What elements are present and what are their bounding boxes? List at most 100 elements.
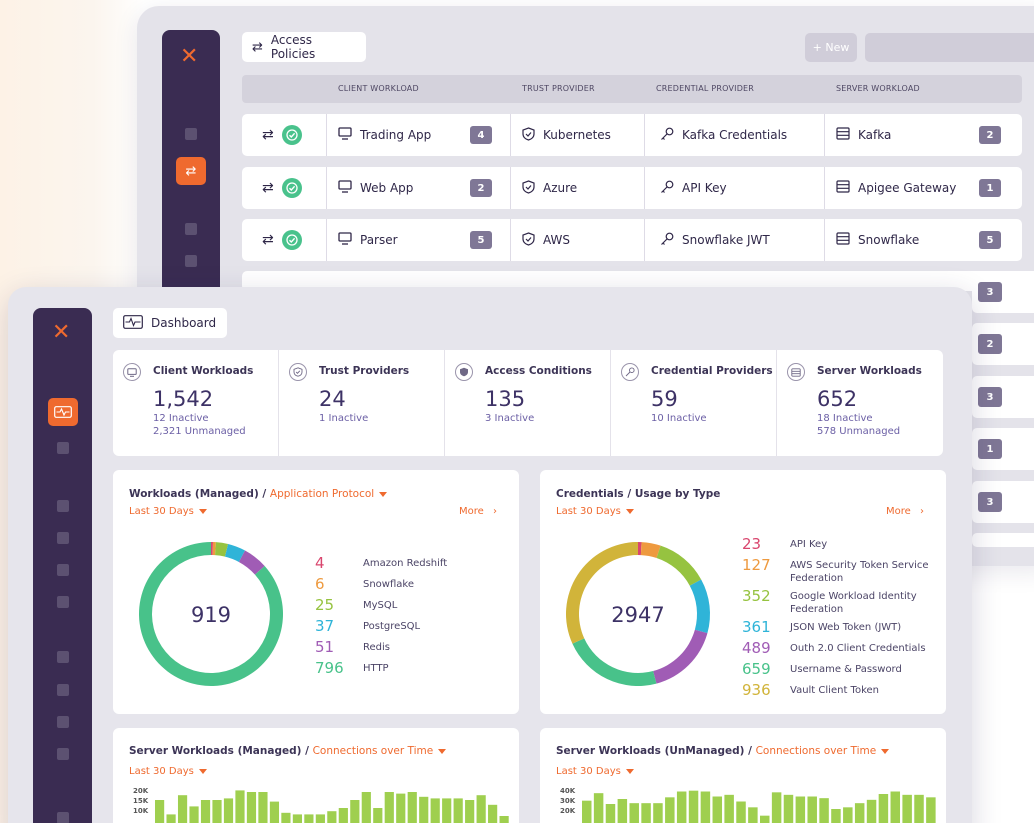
bar[interactable]	[350, 800, 360, 823]
bar[interactable]	[315, 814, 325, 823]
metric-selector[interactable]: Connections over Time	[756, 745, 890, 757]
policy-row-edge[interactable]: 3	[972, 376, 1034, 418]
bar[interactable]	[593, 793, 604, 823]
policy-row[interactable]: ⇄ Trading App 4 Kubernetes Kafka Credent…	[242, 114, 1022, 156]
bar[interactable]	[724, 794, 734, 823]
bar[interactable]	[748, 807, 758, 823]
bar[interactable]	[653, 803, 663, 823]
bar[interactable]	[269, 801, 280, 823]
bar[interactable]	[902, 794, 912, 823]
bar[interactable]	[327, 811, 337, 823]
bar[interactable]	[155, 800, 165, 823]
bar[interactable]	[258, 792, 268, 823]
bar[interactable]	[373, 808, 383, 823]
bar[interactable]	[338, 808, 348, 823]
donut-slice-username-password[interactable]	[572, 638, 657, 686]
bar[interactable]	[854, 803, 865, 823]
bar[interactable]	[665, 797, 675, 823]
search-input[interactable]	[865, 33, 1034, 62]
tab-dashboard[interactable]: Dashboard	[113, 308, 227, 338]
bar[interactable]	[878, 794, 889, 823]
sidebar-item[interactable]	[57, 500, 69, 512]
bar[interactable]	[866, 799, 877, 823]
more-link[interactable]: More ›	[886, 506, 924, 517]
bar[interactable]	[760, 815, 770, 823]
sidebar-item[interactable]	[57, 442, 69, 454]
bar[interactable]	[582, 800, 592, 823]
policy-row-edge[interactable]: 2	[972, 323, 1034, 365]
sidebar-item[interactable]	[57, 651, 69, 663]
bar[interactable]	[361, 792, 371, 823]
sidebar-item[interactable]	[185, 223, 197, 235]
stat-client-workloads[interactable]: Client Workloads 1,542 12 Inactive 2,321…	[113, 350, 279, 456]
bar[interactable]	[200, 800, 211, 823]
bar[interactable]	[419, 796, 429, 823]
tab-access-policies[interactable]: ⇄ Access Policies	[242, 32, 366, 62]
bar[interactable]	[831, 809, 841, 823]
range-selector[interactable]: Last 30 Days	[129, 766, 207, 777]
bar[interactable]	[292, 814, 302, 823]
bar[interactable]	[488, 804, 498, 823]
policy-row[interactable]: ⇄ Parser 5 AWS Snowflake JWT Snowflake 5	[242, 219, 1022, 261]
bar[interactable]	[712, 796, 723, 823]
bar[interactable]	[819, 798, 829, 823]
bar[interactable]	[212, 800, 222, 823]
bar[interactable]	[465, 800, 475, 823]
metric-selector[interactable]: Connections over Time	[313, 745, 447, 757]
bar[interactable]	[700, 791, 711, 823]
bar[interactable]	[795, 796, 806, 823]
range-selector[interactable]: Last 30 Days	[129, 506, 207, 517]
sidebar-item[interactable]	[57, 716, 69, 728]
bar[interactable]	[641, 803, 651, 823]
bar[interactable]	[246, 792, 257, 823]
policy-row[interactable]: ⇄ Web App 2 Azure API Key Apigee Gateway…	[242, 167, 1022, 209]
bar[interactable]	[281, 812, 291, 823]
bar[interactable]	[926, 797, 936, 823]
bar[interactable]	[304, 814, 314, 823]
new-policy-button[interactable]: + New	[805, 33, 857, 62]
more-link[interactable]: More ›	[459, 506, 497, 517]
stat-credential-providers[interactable]: Credential Providers 59 10 Inactive	[611, 350, 777, 456]
sidebar-item[interactable]	[57, 532, 69, 544]
bar[interactable]	[771, 792, 782, 823]
stat-access-conditions[interactable]: Access Conditions 135 3 Inactive	[445, 350, 611, 456]
bar[interactable]	[499, 816, 509, 823]
stat-trust-providers[interactable]: Trust Providers 24 1 Inactive	[279, 350, 445, 456]
donut-slice-vault-client-token[interactable]	[566, 542, 638, 644]
bar[interactable]	[783, 794, 794, 823]
bar[interactable]	[384, 792, 394, 823]
policy-row-edge[interactable]: 3	[972, 481, 1034, 523]
sidebar-item-access-policies[interactable]: ⇄	[176, 157, 206, 185]
bar[interactable]	[223, 798, 234, 823]
bar[interactable]	[807, 796, 817, 823]
bar[interactable]	[688, 790, 699, 823]
policy-row-edge[interactable]: 1	[972, 428, 1034, 470]
sidebar-item[interactable]	[57, 564, 69, 576]
sidebar-item-dashboard[interactable]	[48, 398, 78, 426]
range-selector[interactable]: Last 30 Days	[556, 766, 634, 777]
protocol-selector[interactable]: Application Protocol	[270, 488, 388, 500]
bar[interactable]	[166, 814, 176, 823]
bar[interactable]	[890, 791, 901, 823]
sidebar-item[interactable]	[57, 684, 69, 696]
bar[interactable]	[442, 798, 452, 823]
bar[interactable]	[177, 795, 188, 823]
bar[interactable]	[430, 798, 440, 823]
sidebar-item[interactable]	[57, 748, 69, 760]
bar[interactable]	[476, 795, 486, 823]
bar[interactable]	[629, 803, 639, 823]
bar[interactable]	[235, 790, 245, 823]
donut-slice-google-workload-identity-federation[interactable]	[656, 545, 702, 586]
bar[interactable]	[617, 799, 628, 823]
bar[interactable]	[843, 807, 853, 823]
bar[interactable]	[189, 806, 199, 823]
sidebar-item[interactable]	[57, 812, 69, 823]
range-selector[interactable]: Last 30 Days	[556, 506, 634, 517]
bar[interactable]	[914, 794, 924, 823]
bar[interactable]	[676, 791, 687, 823]
bar[interactable]	[407, 792, 417, 823]
policy-row-edge[interactable]: 3	[972, 271, 1034, 313]
bar[interactable]	[453, 798, 463, 823]
bar[interactable]	[736, 801, 746, 823]
sidebar-item-dashboard[interactable]	[185, 128, 197, 140]
